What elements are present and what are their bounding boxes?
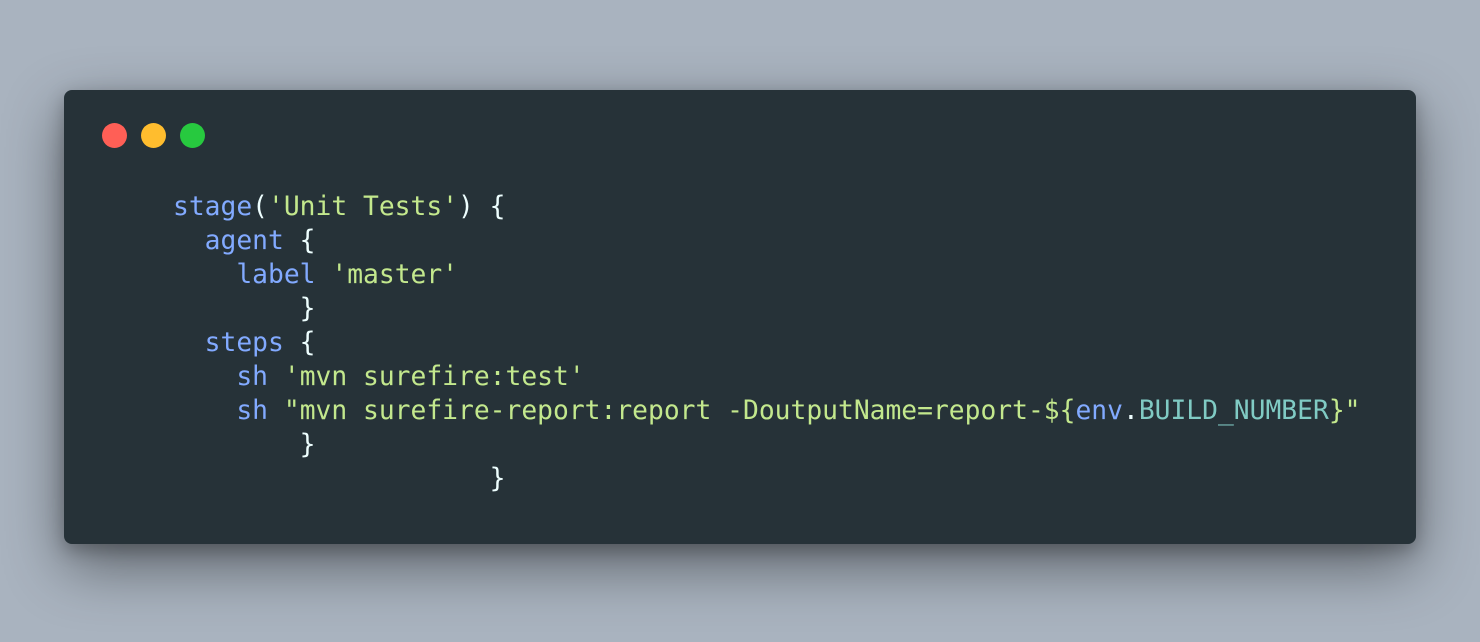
code-token-punc: ( [252, 192, 269, 222]
code-token-punc: { [283, 328, 316, 358]
code-token-punc: } [299, 430, 316, 460]
code-token-kw: steps [204, 328, 284, 358]
code-line: } [173, 292, 1360, 326]
code-line: steps { [173, 326, 1360, 360]
code-line: label 'master' [173, 258, 1360, 292]
code-token-kw: env [1075, 396, 1123, 426]
code-token-kw: stage [173, 192, 253, 222]
close-dot-icon[interactable] [102, 123, 127, 148]
code-token-punc [268, 396, 284, 426]
code-line: } [173, 462, 1360, 496]
code-block: stage('Unit Tests') { agent { label 'mas… [173, 190, 1360, 496]
code-token-kw: sh [236, 362, 269, 392]
code-token-kw: sh [236, 396, 269, 426]
code-token-str: 'master' [331, 260, 459, 290]
code-token-punc: } [489, 464, 506, 494]
code-token-punc: . [1122, 396, 1139, 426]
code-token-punc: { [283, 226, 316, 256]
code-line: sh "mvn surefire-report:report -DoutputN… [173, 394, 1360, 428]
code-token-kw: agent [204, 226, 284, 256]
code-token-punc: } [299, 294, 316, 324]
code-token-prop: BUILD_NUMBER [1138, 396, 1329, 426]
maximize-dot-icon[interactable] [180, 123, 205, 148]
code-token-punc: ) { [458, 192, 506, 222]
code-token-str: 'Unit Tests' [268, 192, 459, 222]
code-window: stage('Unit Tests') { agent { label 'mas… [64, 90, 1416, 544]
code-token-punc [268, 362, 284, 392]
minimize-dot-icon[interactable] [141, 123, 166, 148]
code-token-punc [316, 260, 332, 290]
code-line: agent { [173, 224, 1360, 258]
code-token-kw: label [236, 260, 316, 290]
code-line: } [173, 428, 1360, 462]
code-line: stage('Unit Tests') { [173, 190, 1360, 224]
code-token-str: "mvn surefire-report:report -DoutputName… [283, 396, 1076, 426]
window-controls [102, 123, 205, 148]
code-token-str: 'mvn surefire:test' [283, 362, 585, 392]
code-line: sh 'mvn surefire:test' [173, 360, 1360, 394]
code-token-str: }" [1328, 396, 1361, 426]
